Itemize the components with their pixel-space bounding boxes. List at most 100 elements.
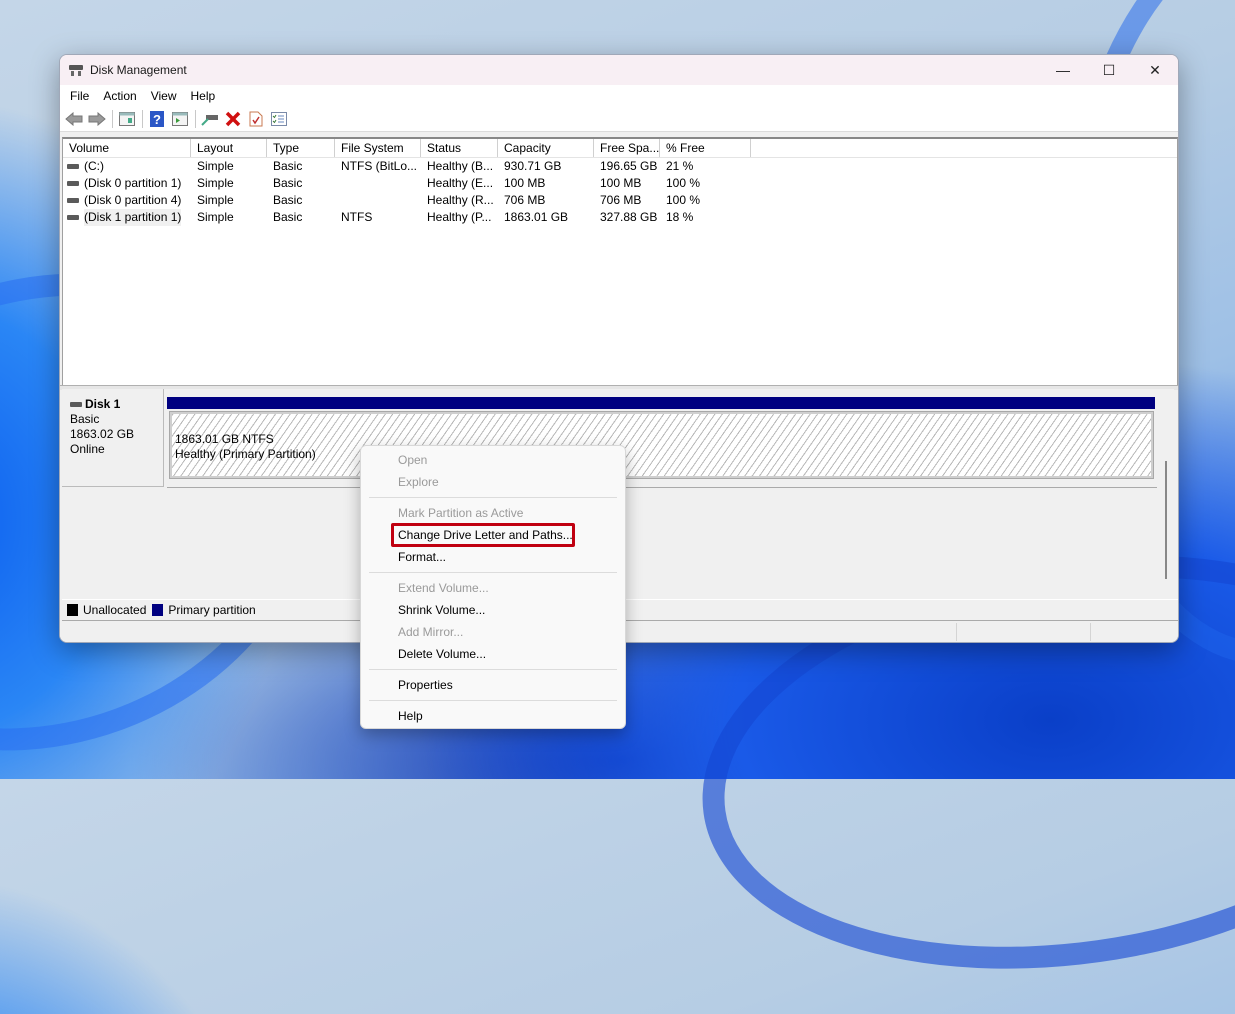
table-row[interactable]: (Disk 0 partition 1) Simple Basic Healthy (… <box>63 175 1177 192</box>
menu-item-label: Properties <box>398 678 453 692</box>
column-header-capacity[interactable]: Capacity <box>498 139 594 157</box>
delete-button[interactable] <box>223 109 243 129</box>
cell-free-space: 327.88 GB <box>600 210 658 224</box>
cell-type: Basic <box>273 176 303 190</box>
cell-file-system: NTFS <box>341 210 373 224</box>
toolbar-separator <box>195 110 196 128</box>
cell-volume: (Disk 0 partition 4) <box>63 192 191 209</box>
cell-status: Healthy (R... <box>427 193 494 207</box>
disk-type: Basic <box>70 412 100 426</box>
menu-item-label: Extend Volume... <box>398 581 489 595</box>
volume-name: (C:) <box>84 159 104 173</box>
forward-button[interactable] <box>87 109 107 129</box>
checklist-button[interactable] <box>269 109 289 129</box>
highlight-box <box>391 523 575 547</box>
close-icon: ✕ <box>1149 61 1161 78</box>
volume-name: (Disk 0 partition 4) <box>84 193 182 207</box>
menu-item-extend-volume[interactable]: Extend Volume... <box>361 577 625 599</box>
menu-bar: File Action View Help <box>60 85 1178 107</box>
column-header-file-system[interactable]: File System <box>335 139 421 157</box>
cell-file-system <box>335 192 421 209</box>
help-icon: ? <box>150 111 164 127</box>
delete-icon <box>225 111 241 127</box>
menu-separator <box>369 669 617 670</box>
connect-drive-button[interactable] <box>200 109 220 129</box>
cell-capacity: 100 MB <box>504 176 546 190</box>
maximize-icon: ☐ <box>1102 61 1116 78</box>
cell-free-space: 100 MB <box>600 176 642 190</box>
menu-item-explore[interactable]: Explore <box>361 471 625 493</box>
menu-file[interactable]: File <box>63 89 96 103</box>
status-divider <box>1090 623 1091 641</box>
context-menu: Open Explore Mark Partition as Active Ch… <box>360 445 626 729</box>
close-button[interactable]: ✕ <box>1132 55 1178 85</box>
cell-type: Basic <box>273 193 303 207</box>
maximize-button[interactable]: ☐ <box>1086 55 1132 85</box>
menu-item-add-mirror[interactable]: Add Mirror... <box>361 621 625 643</box>
forward-icon <box>88 112 106 126</box>
table-row[interactable]: (C:) Simple Basic NTFS (BitLo... Healthy (B.… <box>63 158 1177 175</box>
menu-item-shrink-volume[interactable]: Shrink Volume... <box>361 599 625 621</box>
column-header-type[interactable]: Type <box>267 139 335 157</box>
menu-action[interactable]: Action <box>96 89 143 103</box>
table-row[interactable]: (Disk 1 partition 1) Simple Basic NTFS Healt… <box>63 209 1177 226</box>
menu-help[interactable]: Help <box>184 89 223 103</box>
cell-status: Healthy (B... <box>427 159 494 173</box>
cell-capacity: 930.71 GB <box>504 159 562 173</box>
volume-list-pane: Volume Layout Type File System Status Ca… <box>62 137 1178 386</box>
volume-name: (Disk 0 partition 1) <box>84 176 182 190</box>
menu-item-change-drive-letter[interactable]: Change Drive Letter and Paths... <box>361 523 625 547</box>
menu-item-label: Mark Partition as Active <box>398 506 524 520</box>
show-hide-action-pane-button[interactable] <box>170 109 190 129</box>
back-icon <box>65 112 83 126</box>
menu-view[interactable]: View <box>144 89 184 103</box>
legend-swatch-primary <box>152 604 164 616</box>
column-header-percent-free[interactable]: % Free <box>660 139 751 157</box>
show-hide-console-tree-button[interactable] <box>117 109 137 129</box>
volume-icon <box>67 181 79 186</box>
table-row[interactable]: (Disk 0 partition 4) Simple Basic Healthy (… <box>63 192 1177 209</box>
back-button[interactable] <box>64 109 84 129</box>
disk-name: Disk 1 <box>85 397 121 411</box>
cell-capacity: 706 MB <box>504 193 546 207</box>
menu-item-mark-partition-active[interactable]: Mark Partition as Active <box>361 502 625 524</box>
checklist-icon <box>271 112 287 126</box>
cell-percent-free: 100 % <box>666 193 701 207</box>
disk-info-box[interactable]: Disk 1 Basic 1863.02 GB Online <box>62 389 164 487</box>
properties-button[interactable] <box>246 109 266 129</box>
action-pane-icon <box>172 112 188 126</box>
volume-name: (Disk 1 partition 1) <box>84 209 182 226</box>
menu-item-open[interactable]: Open <box>361 449 625 471</box>
menu-item-label: Shrink Volume... <box>398 603 486 617</box>
title-bar[interactable]: Disk Management — ☐ ✕ <box>60 55 1178 85</box>
partition-size-fs: 1863.01 GB NTFS <box>175 432 274 446</box>
minimize-button[interactable]: — <box>1040 55 1086 85</box>
menu-item-label: Delete Volume... <box>398 647 487 661</box>
cell-layout: Simple <box>197 193 234 207</box>
column-header-status[interactable]: Status <box>421 139 498 157</box>
menu-item-properties[interactable]: Properties <box>361 674 625 696</box>
help-button[interactable]: ? <box>147 109 167 129</box>
disk-state: Online <box>70 442 105 456</box>
volume-table-body: (C:) Simple Basic NTFS (BitLo... Healthy (B.… <box>63 158 1177 226</box>
column-header-volume[interactable]: Volume <box>63 139 191 157</box>
column-header-layout[interactable]: Layout <box>191 139 267 157</box>
toolbar-separator <box>142 110 143 128</box>
cell-layout: Simple <box>197 210 234 224</box>
disk-icon <box>70 402 82 407</box>
svg-text:?: ? <box>153 112 161 127</box>
cell-capacity: 1863.01 GB <box>504 210 569 224</box>
primary-partition-bar <box>167 397 1155 409</box>
minimize-icon: — <box>1056 62 1070 78</box>
cell-file-system <box>335 175 421 192</box>
menu-item-delete-volume[interactable]: Delete Volume... <box>361 643 625 665</box>
vertical-scrollbar[interactable] <box>1165 461 1167 579</box>
partition-block[interactable]: 1863.01 GB NTFS Healthy (Primary Partiti… <box>169 411 1154 479</box>
menu-item-format[interactable]: Format... <box>361 546 625 568</box>
disk-management-icon <box>68 63 84 77</box>
menu-item-label: Add Mirror... <box>398 625 464 639</box>
partition-status: Healthy (Primary Partition) <box>175 447 316 461</box>
menu-item-help[interactable]: Help <box>361 705 625 727</box>
volume-table-header: Volume Layout Type File System Status Ca… <box>63 139 1177 158</box>
column-header-free-space[interactable]: Free Spa... <box>594 139 660 157</box>
